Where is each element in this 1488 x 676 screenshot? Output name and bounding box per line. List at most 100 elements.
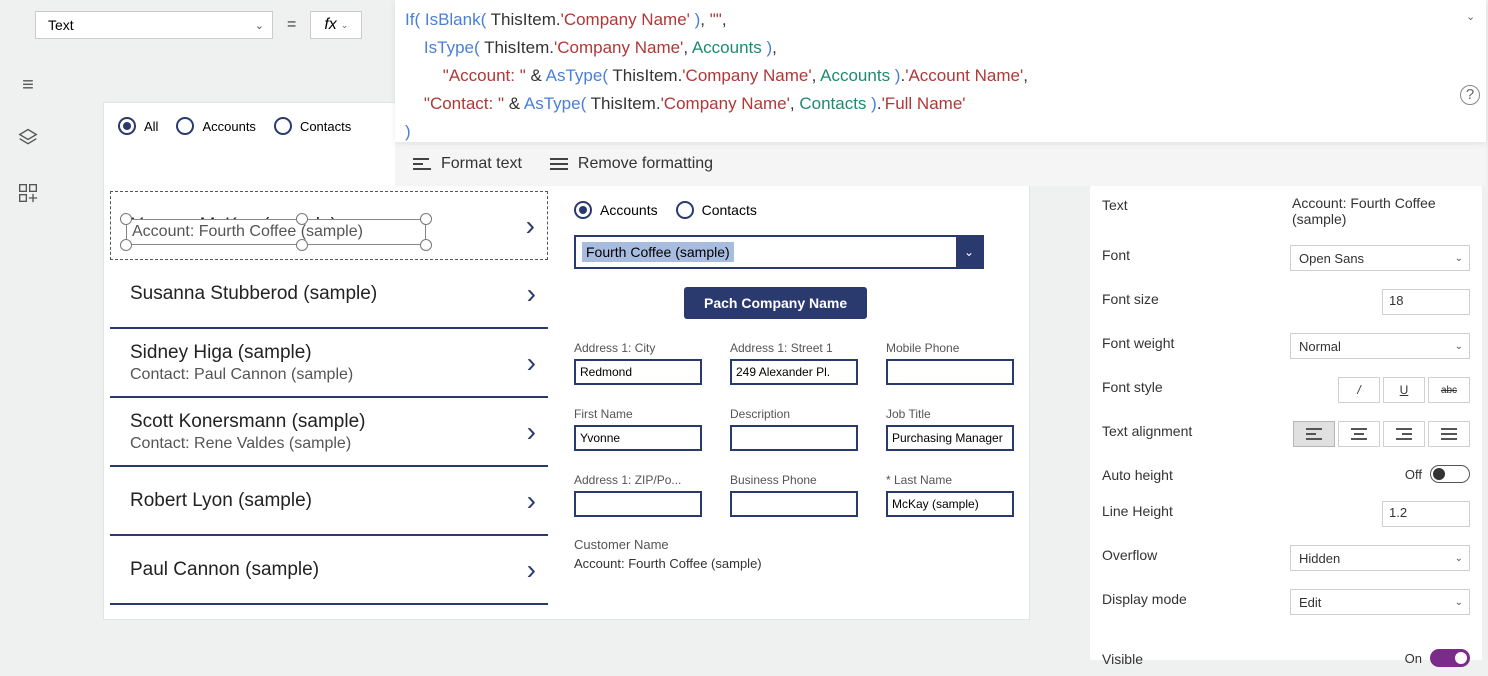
- form-panel: Accounts Contacts Fourth Coffee (sample)…: [574, 201, 1014, 571]
- align-center-button[interactable]: [1338, 421, 1380, 447]
- align-justify-button[interactable]: [1428, 421, 1470, 447]
- chevron-right-icon[interactable]: ›: [527, 347, 536, 379]
- chevron-right-icon[interactable]: ›: [527, 485, 536, 517]
- list-item[interactable]: Paul Cannon (sample) ›: [110, 536, 548, 605]
- overflow-value: Hidden: [1299, 551, 1340, 566]
- hamburger-icon[interactable]: ≡: [22, 74, 34, 97]
- field-input[interactable]: Yvonne: [574, 425, 702, 451]
- auto-height-toggle[interactable]: [1430, 465, 1470, 483]
- chevron-down-icon: ⌄: [255, 19, 264, 32]
- field-input[interactable]: Redmond: [574, 359, 702, 385]
- format-text-button[interactable]: Format text: [413, 155, 522, 173]
- combobox-selected: Fourth Coffee (sample): [582, 242, 734, 262]
- align-left-button[interactable]: [1293, 421, 1335, 447]
- form-field: Address 1: City Redmond: [574, 341, 702, 385]
- chevron-right-icon[interactable]: ›: [527, 278, 536, 310]
- auto-height-value: Off: [1405, 465, 1422, 482]
- font-size-input[interactable]: 18: [1382, 289, 1470, 315]
- radio-all[interactable]: All: [118, 117, 158, 135]
- visible-toggle[interactable]: [1430, 649, 1470, 667]
- property-selector[interactable]: Text ⌄: [35, 11, 273, 39]
- radio-accounts-label: Accounts: [202, 119, 255, 134]
- text-align-group: [1293, 421, 1470, 447]
- radio-contacts[interactable]: Contacts: [274, 117, 351, 135]
- company-combobox[interactable]: Fourth Coffee (sample) ⌄: [574, 235, 984, 269]
- chevron-down-icon: ⌄: [1455, 597, 1463, 608]
- form-field: Mobile Phone: [886, 341, 1014, 385]
- radio-form-contacts[interactable]: Contacts: [676, 201, 757, 219]
- remove-format-label: Remove formatting: [578, 155, 713, 173]
- font-select-value: Open Sans: [1299, 251, 1364, 266]
- equals-sign: =: [287, 16, 296, 34]
- form-field-grid: Address 1: City Redmond Address 1: Street …: [574, 341, 1014, 517]
- overflow-select[interactable]: Hidden ⌄: [1290, 545, 1470, 571]
- list-item[interactable]: Susanna Stubberod (sample) ›: [110, 260, 548, 329]
- formula-expand-icon[interactable]: ⌄: [1466, 10, 1480, 23]
- underline-toggle[interactable]: U: [1383, 377, 1425, 403]
- radio-all-label: All: [144, 119, 158, 134]
- fx-button[interactable]: fx ⌄: [310, 11, 362, 39]
- prop-lineheight-label: Line Height: [1102, 501, 1242, 519]
- field-input[interactable]: [886, 359, 1014, 385]
- properties-panel: Text Account: Fourth Coffee (sample) Fon…: [1090, 186, 1482, 660]
- font-weight-select[interactable]: Normal ⌄: [1290, 333, 1470, 359]
- font-style-group: / U abc: [1338, 377, 1470, 403]
- list-item-title: Scott Konersmann (sample): [130, 411, 366, 433]
- field-label: Address 1: City: [574, 341, 702, 355]
- field-input[interactable]: Purchasing Manager: [886, 425, 1014, 451]
- field-input[interactable]: [730, 491, 858, 517]
- selected-label-control[interactable]: Account: Fourth Coffee (sample): [126, 219, 426, 245]
- field-input[interactable]: [730, 425, 858, 451]
- visible-value: On: [1405, 649, 1422, 666]
- help-icon[interactable]: ?: [1460, 85, 1480, 105]
- remove-formatting-button[interactable]: Remove formatting: [550, 155, 713, 173]
- formula-toolbar: Format text Remove formatting: [395, 142, 1486, 186]
- line-height-input[interactable]: 1.2: [1382, 501, 1470, 527]
- patch-company-button[interactable]: Pach Company Name: [684, 287, 867, 319]
- strikethrough-toggle[interactable]: abc: [1428, 377, 1470, 403]
- chevron-down-icon[interactable]: ⌄: [956, 237, 982, 267]
- display-mode-select[interactable]: Edit ⌄: [1290, 589, 1470, 615]
- form-field: * Last NameMcKay (sample): [886, 473, 1014, 517]
- field-label: Job Title: [886, 407, 1014, 421]
- radio-contacts-label: Contacts: [300, 119, 351, 134]
- list-item[interactable]: Yvonne McKay (sample) › Account: Fourth …: [110, 191, 548, 260]
- radio-form-accounts[interactable]: Accounts: [574, 201, 658, 219]
- tree-view-icon[interactable]: [18, 127, 38, 153]
- list-item-subtitle: Contact: Paul Cannon (sample): [130, 366, 353, 384]
- field-input[interactable]: [574, 491, 702, 517]
- align-right-button[interactable]: [1383, 421, 1425, 447]
- gallery: Yvonne McKay (sample) › Account: Fourth …: [110, 191, 548, 605]
- chevron-right-icon[interactable]: ›: [526, 210, 535, 242]
- field-input[interactable]: McKay (sample): [886, 491, 1014, 517]
- prop-fontweight-label: Font weight: [1102, 333, 1242, 351]
- customer-name-label: Customer Name: [574, 537, 1014, 552]
- insert-icon[interactable]: [18, 183, 38, 209]
- prop-overflow-label: Overflow: [1102, 545, 1242, 563]
- form-field: First Name Yvonne: [574, 407, 702, 451]
- property-selector-label: Text: [48, 17, 74, 33]
- customer-name-value: Account: Fourth Coffee (sample): [574, 556, 1014, 571]
- list-item-title: Susanna Stubberod (sample): [130, 283, 377, 305]
- remove-format-icon: [550, 158, 568, 170]
- font-select[interactable]: Open Sans ⌄: [1290, 245, 1470, 271]
- field-label: First Name: [574, 407, 702, 421]
- field-label: Description: [730, 407, 858, 421]
- radio-accounts[interactable]: Accounts: [176, 117, 255, 135]
- italic-toggle[interactable]: /: [1338, 377, 1380, 403]
- prop-fontsize-label: Font size: [1102, 289, 1242, 307]
- field-label: Mobile Phone: [886, 341, 1014, 355]
- list-item[interactable]: Robert Lyon (sample) ›: [110, 467, 548, 536]
- chevron-right-icon[interactable]: ›: [527, 554, 536, 586]
- list-item[interactable]: Sidney Higa (sample) Contact: Paul Canno…: [110, 329, 548, 398]
- list-item[interactable]: Scott Konersmann (sample) Contact: Rene …: [110, 398, 548, 467]
- button-label: Pach Company Name: [704, 295, 847, 311]
- formula-bar[interactable]: If( IsBlank( ThisItem.'Company Name' ), …: [395, 0, 1486, 142]
- chevron-right-icon[interactable]: ›: [527, 416, 536, 448]
- font-weight-value: Normal: [1299, 339, 1341, 354]
- radio-form-contacts-label: Contacts: [702, 202, 757, 218]
- field-input[interactable]: 249 Alexander Pl.: [730, 359, 858, 385]
- field-label: Address 1: Street 1: [730, 341, 858, 355]
- form-field: Job Title Purchasing Manager: [886, 407, 1014, 451]
- prop-text-value[interactable]: Account: Fourth Coffee (sample): [1242, 195, 1470, 227]
